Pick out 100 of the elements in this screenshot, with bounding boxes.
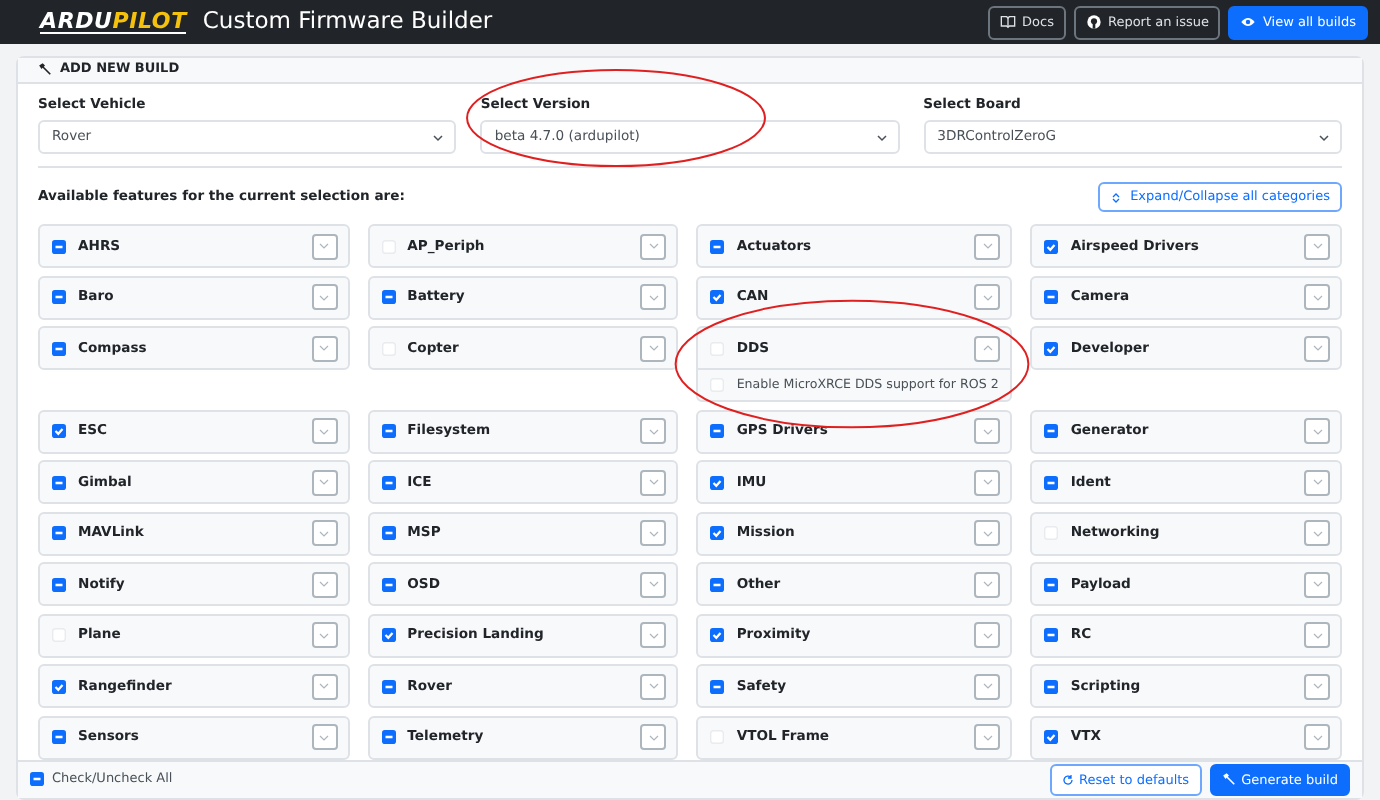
checkbox[interactable]: [1044, 239, 1059, 254]
checkbox[interactable]: [381, 577, 396, 592]
expand-button[interactable]: [640, 622, 667, 649]
checkbox[interactable]: [710, 239, 725, 254]
expand-icon: [1110, 191, 1123, 204]
chevron-down-icon: [981, 291, 994, 304]
hammer-icon: [38, 62, 52, 77]
expand-button[interactable]: [640, 418, 667, 445]
checkbox[interactable]: [710, 577, 725, 592]
expand-button[interactable]: [974, 469, 1001, 496]
chevron-down-icon: [318, 629, 331, 642]
checkbox[interactable]: [30, 772, 44, 787]
expand-button[interactable]: [1304, 335, 1330, 362]
expand-button[interactable]: [974, 673, 1001, 700]
checkbox[interactable]: [52, 577, 66, 592]
chevron-down-icon: [1311, 240, 1323, 253]
refresh-icon: [1061, 773, 1073, 786]
expand-button[interactable]: [974, 418, 1001, 445]
expand-button[interactable]: [640, 673, 667, 700]
expand-button[interactable]: [640, 469, 667, 496]
expand-button[interactable]: [311, 673, 338, 700]
chevron-down-icon: [647, 342, 660, 355]
expand-button[interactable]: [311, 724, 338, 751]
checkbox[interactable]: [710, 526, 725, 541]
expand-button[interactable]: [640, 724, 667, 751]
chevron-down-icon: [647, 578, 660, 591]
expand-button[interactable]: [311, 418, 338, 445]
checkbox[interactable]: [1044, 679, 1059, 694]
checkbox[interactable]: [1044, 730, 1059, 745]
chevron-down-icon: [981, 680, 994, 693]
expand-button[interactable]: [1304, 724, 1330, 751]
checkbox[interactable]: [52, 424, 66, 439]
expand-button[interactable]: [640, 335, 667, 362]
chevron-down-icon: [981, 476, 994, 489]
checkbox[interactable]: [52, 239, 66, 254]
expand-button[interactable]: [311, 469, 338, 496]
expand-button[interactable]: [640, 284, 667, 311]
checkbox[interactable]: [52, 290, 66, 305]
chevron-down-icon: [1311, 629, 1323, 642]
checkbox[interactable]: [1044, 341, 1059, 356]
expand-button[interactable]: [311, 284, 338, 311]
checkbox[interactable]: [52, 341, 66, 356]
app-title: Custom Firmware Builder: [202, 4, 493, 39]
expand-button[interactable]: [640, 233, 667, 260]
checkbox[interactable]: [710, 290, 725, 305]
book-icon: [1000, 14, 1017, 30]
expand-button[interactable]: [974, 520, 1001, 547]
chevron-down-icon: [647, 476, 660, 489]
checkbox[interactable]: [1044, 475, 1059, 490]
checkbox[interactable]: [52, 475, 66, 490]
expand-button[interactable]: [1304, 571, 1330, 598]
expand-button[interactable]: [1304, 469, 1330, 496]
expand-button[interactable]: [640, 520, 667, 547]
expand-button[interactable]: [311, 622, 338, 649]
expand-button[interactable]: [974, 571, 1001, 598]
expand-button[interactable]: [974, 622, 1001, 649]
chevron-down-icon: [318, 476, 331, 489]
chevron-down-icon: [981, 629, 994, 642]
expand-button[interactable]: [974, 284, 1001, 311]
checkbox[interactable]: [710, 424, 725, 439]
expand-button[interactable]: [311, 233, 338, 260]
checkbox[interactable]: [381, 730, 396, 745]
expand-button[interactable]: [974, 335, 1001, 362]
expand-button[interactable]: [1304, 673, 1330, 700]
expand-button[interactable]: [1304, 418, 1330, 445]
chevron-down-icon: [981, 578, 994, 591]
checkbox[interactable]: [1044, 424, 1059, 439]
checkbox[interactable]: [1044, 290, 1059, 305]
checkbox[interactable]: [52, 730, 66, 745]
expand-button[interactable]: [311, 571, 338, 598]
chevron-down-icon: [318, 240, 331, 253]
checkbox[interactable]: [381, 424, 396, 439]
chevron-down-icon: [1311, 291, 1323, 304]
checkbox[interactable]: [710, 628, 725, 643]
checkbox[interactable]: [1044, 628, 1059, 643]
chevron-down-icon: [432, 131, 445, 144]
expand-button[interactable]: [311, 335, 338, 362]
checkbox[interactable]: [381, 475, 396, 490]
checkbox[interactable]: [710, 679, 725, 694]
checkbox[interactable]: [381, 628, 396, 643]
checkbox[interactable]: [381, 290, 396, 305]
expand-button[interactable]: [311, 520, 338, 547]
expand-button[interactable]: [1304, 520, 1330, 547]
expand-button[interactable]: [1304, 284, 1330, 311]
chevron-down-icon: [1311, 578, 1323, 591]
expand-button[interactable]: [640, 571, 667, 598]
chevron-down-icon: [647, 629, 660, 642]
expand-button[interactable]: [1304, 622, 1330, 649]
checkbox[interactable]: [381, 526, 396, 541]
checkbox[interactable]: [52, 526, 66, 541]
expand-button[interactable]: [974, 724, 1001, 751]
chevron-down-icon: [318, 527, 331, 540]
checkbox[interactable]: [710, 475, 725, 490]
checkbox[interactable]: [381, 679, 396, 694]
expand-button[interactable]: [974, 233, 1001, 260]
checkbox[interactable]: [1044, 577, 1059, 592]
expand-button[interactable]: [1304, 233, 1330, 260]
chevron-down-icon: [318, 291, 331, 304]
checkbox[interactable]: [52, 679, 66, 694]
chevron-down-icon: [318, 731, 331, 744]
